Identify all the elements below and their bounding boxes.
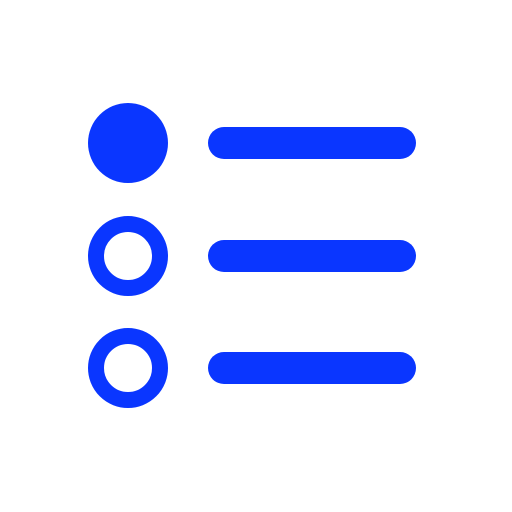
icon-canvas xyxy=(0,0,512,512)
radio-list-icon xyxy=(88,103,416,408)
hollow-bullet-icon xyxy=(88,216,168,296)
list-row-2 xyxy=(88,216,416,296)
hollow-bullet-icon xyxy=(88,328,168,408)
list-row-1 xyxy=(88,103,416,183)
filled-bullet-icon xyxy=(88,103,168,183)
list-row-3 xyxy=(88,328,416,408)
